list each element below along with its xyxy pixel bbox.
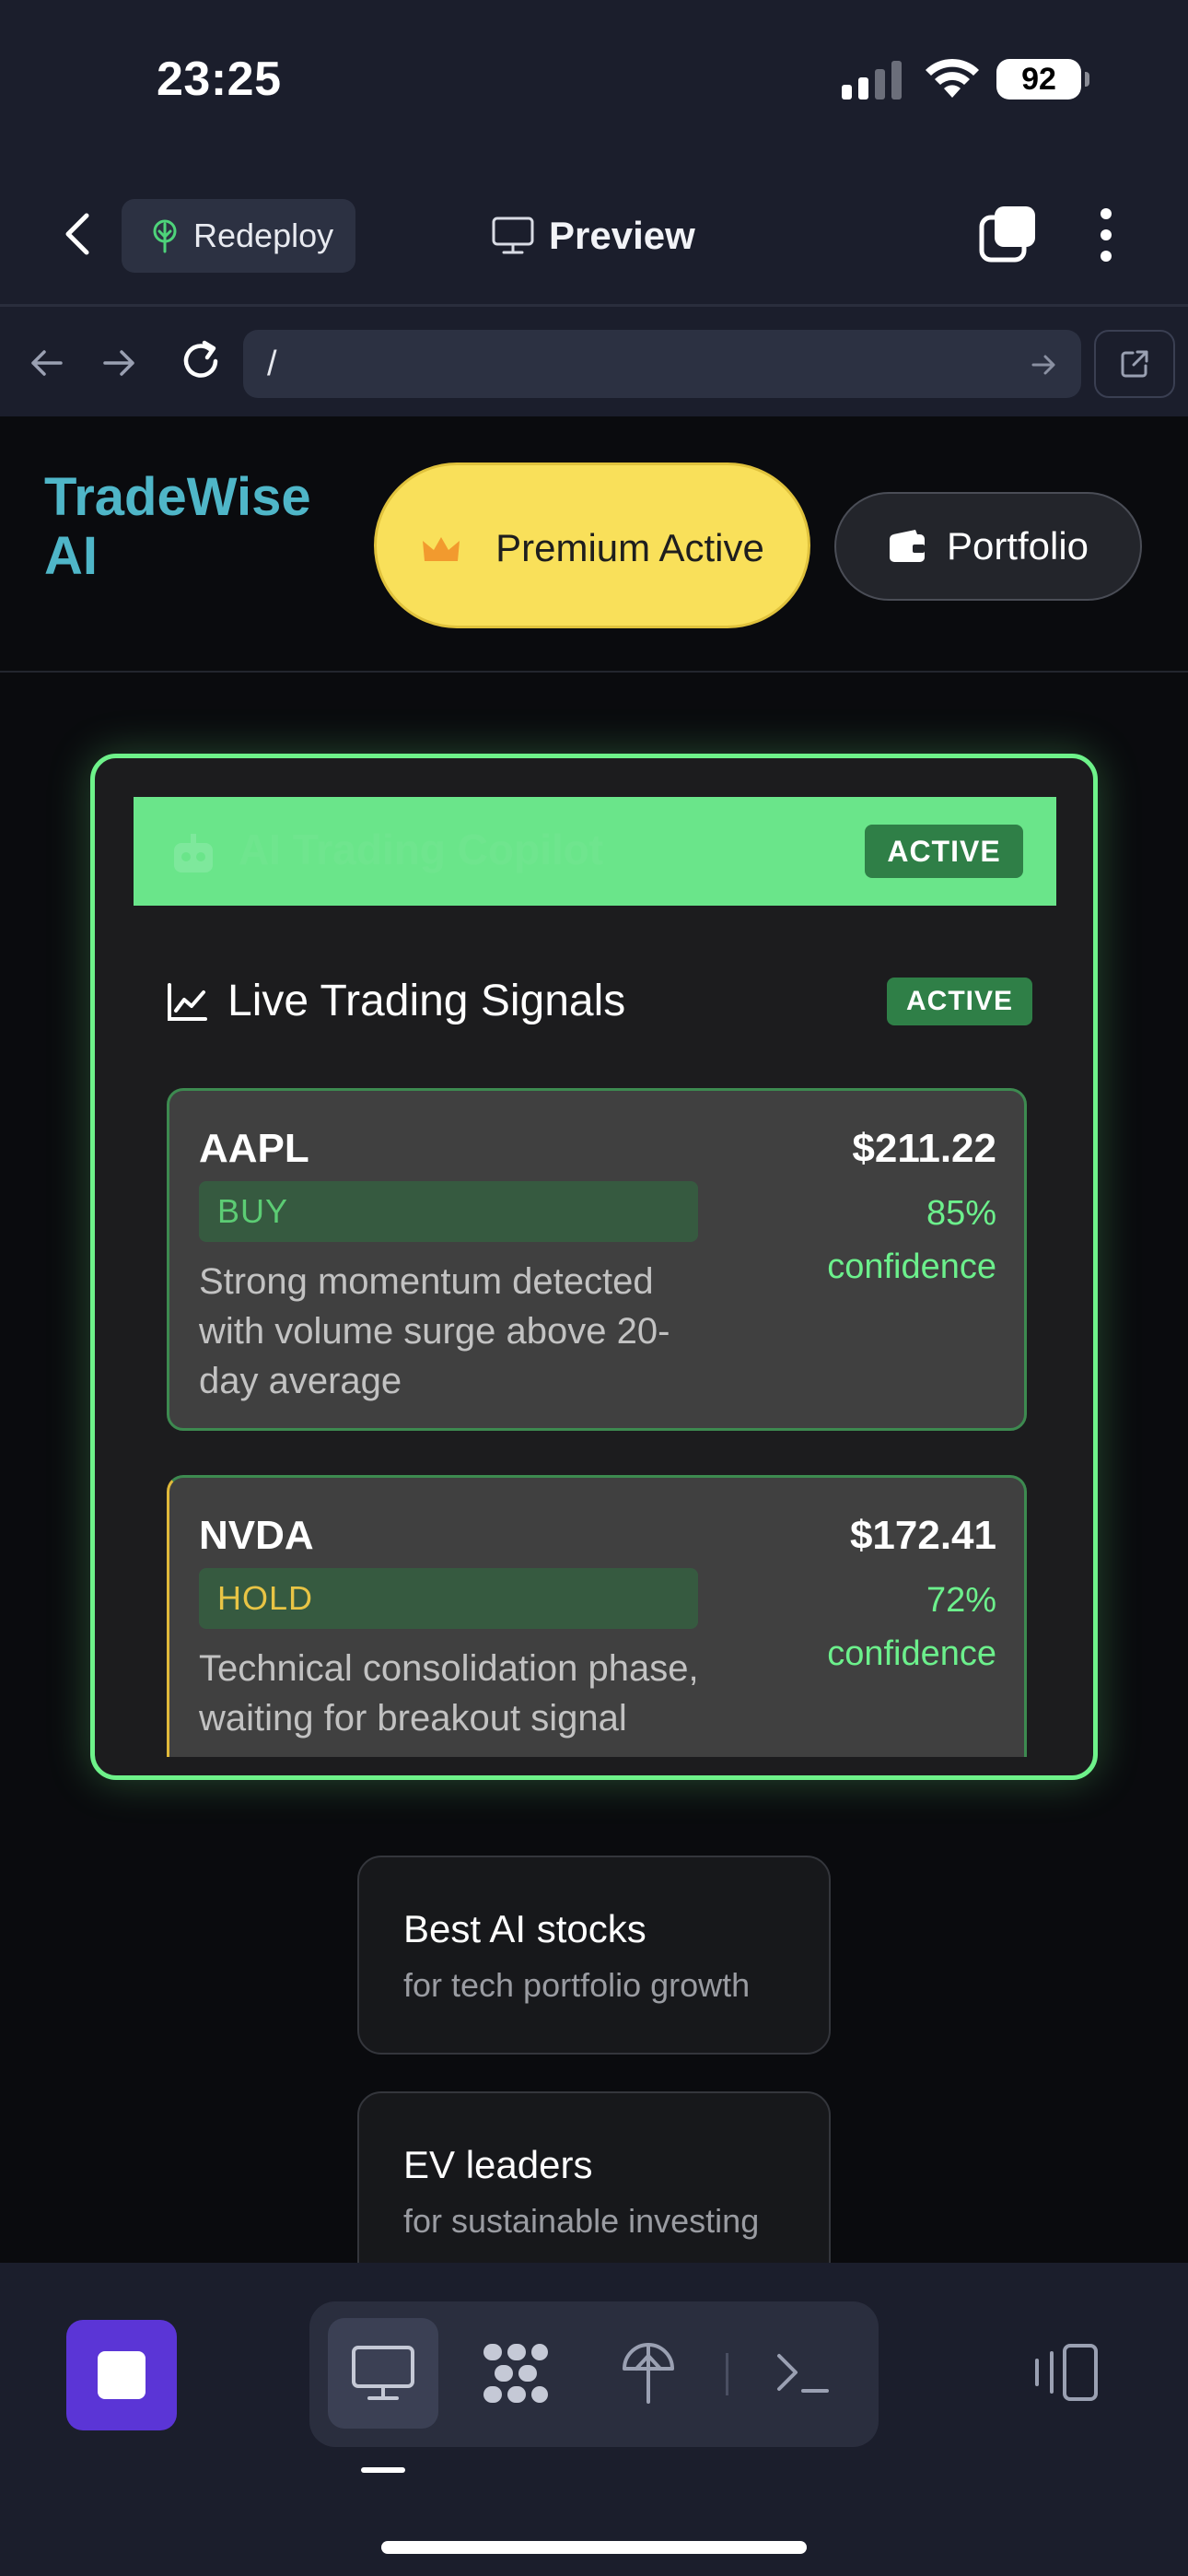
deploy-button[interactable] bbox=[593, 2318, 704, 2429]
tool-group bbox=[309, 2301, 879, 2447]
brand-logo[interactable]: TradeWise AI bbox=[44, 468, 339, 586]
open-external-button[interactable] bbox=[1094, 330, 1175, 398]
toolbar-separator bbox=[726, 2353, 728, 2395]
page-title-text: Preview bbox=[549, 214, 695, 257]
suggestion-subtitle: for sustainable investing bbox=[403, 2202, 760, 2240]
portfolio-button[interactable]: Portfolio bbox=[834, 492, 1142, 601]
side-panel-icon[interactable] bbox=[1030, 2342, 1100, 2403]
signal-action: BUY bbox=[199, 1181, 698, 1242]
arrow-left-icon[interactable] bbox=[26, 343, 66, 383]
copilot-header: AI Trading Copilot ACTIVE bbox=[134, 797, 1056, 906]
status-time: 23:25 bbox=[157, 53, 282, 106]
status-badge: ACTIVE bbox=[865, 825, 1023, 878]
crown-icon bbox=[423, 537, 460, 561]
copilot-title: AI Trading Copilot bbox=[239, 825, 604, 873]
url-value: / bbox=[267, 344, 277, 383]
web-page: TradeWise AI Premium Active Portfolio AI… bbox=[0, 416, 1188, 2263]
chrome-divider bbox=[0, 304, 1188, 307]
stop-icon bbox=[98, 2351, 146, 2399]
signal-icon bbox=[842, 61, 902, 100]
signal-confidence: 85% confidence bbox=[827, 1194, 996, 1286]
preview-tab-button[interactable] bbox=[328, 2318, 438, 2429]
wallet-icon bbox=[889, 530, 925, 562]
portfolio-label: Portfolio bbox=[946, 524, 1089, 568]
signals-heading: Live Trading Signals ACTIVE bbox=[167, 970, 1032, 1035]
terminal-icon bbox=[777, 2354, 829, 2393]
signals-list[interactable]: AAPL BUY Strong momentum detected with v… bbox=[167, 1088, 1027, 1757]
reload-icon[interactable] bbox=[177, 337, 225, 385]
home-indicator bbox=[381, 2541, 807, 2554]
monitor-icon bbox=[352, 2346, 414, 2400]
url-input[interactable]: / bbox=[243, 330, 1081, 398]
copilot-card: AI Trading Copilot ACTIVE Live Trading S… bbox=[90, 754, 1098, 1780]
redeploy-button[interactable]: Redeploy bbox=[122, 199, 355, 273]
suggestion-title: Best AI stocks bbox=[403, 1907, 646, 1950]
url-bar: / bbox=[0, 322, 1188, 404]
network-button[interactable] bbox=[460, 2318, 571, 2429]
signal-ticker: NVDA bbox=[199, 1513, 314, 1558]
stop-button[interactable] bbox=[66, 2320, 177, 2430]
suggestion-title: EV leaders bbox=[403, 2143, 593, 2186]
battery-icon: 92 bbox=[996, 59, 1089, 100]
page-title: Preview bbox=[492, 208, 695, 263]
terminal-button[interactable] bbox=[748, 2318, 858, 2429]
monitor-icon bbox=[492, 217, 534, 254]
app-chrome: 23:25 92 Redeploy Preview / bbox=[0, 0, 1188, 416]
premium-label: Premium Active bbox=[495, 526, 764, 569]
premium-button[interactable]: Premium Active bbox=[374, 463, 810, 628]
signal-reason: Technical consolidation phase, waiting f… bbox=[199, 1648, 699, 1739]
suggestion-chip[interactable]: EV leaders for sustainable investing bbox=[357, 2091, 831, 2263]
external-link-icon bbox=[1121, 350, 1148, 378]
signals-title: Live Trading Signals bbox=[227, 977, 626, 1025]
signal-ticker: AAPL bbox=[199, 1126, 309, 1171]
redeploy-label: Redeploy bbox=[193, 217, 334, 254]
signal-card-aapl[interactable]: AAPL BUY Strong momentum detected with v… bbox=[167, 1088, 1027, 1431]
bottom-toolbar bbox=[0, 2263, 1188, 2576]
signal-confidence: 72% confidence bbox=[827, 1581, 996, 1673]
signal-price: $211.22 bbox=[852, 1126, 996, 1171]
chevron-left-icon[interactable] bbox=[52, 206, 103, 262]
suggestion-subtitle: for tech portfolio growth bbox=[403, 1966, 751, 2004]
go-arrow-icon[interactable] bbox=[1030, 350, 1059, 380]
arrow-right-icon[interactable] bbox=[99, 343, 140, 383]
chart-line-icon bbox=[168, 983, 207, 1021]
active-tab-indicator bbox=[361, 2467, 405, 2473]
signal-action: HOLD bbox=[199, 1568, 698, 1629]
robot-icon bbox=[174, 834, 213, 872]
wifi-icon bbox=[926, 58, 979, 98]
app-bar: Redeploy Preview bbox=[0, 184, 1188, 286]
signals-status-badge: ACTIVE bbox=[887, 978, 1032, 1025]
deploy-icon bbox=[623, 2343, 674, 2404]
tree-icon bbox=[153, 219, 177, 253]
more-vertical-icon[interactable] bbox=[1092, 205, 1120, 265]
signal-reason: Strong momentum detected with volume sur… bbox=[199, 1261, 670, 1401]
signal-price: $172.41 bbox=[849, 1513, 996, 1558]
signal-card-nvda[interactable]: NVDA HOLD Technical consolidation phase,… bbox=[167, 1475, 1027, 1757]
network-icon bbox=[483, 2344, 548, 2403]
suggestion-chip[interactable]: Best AI stocks for tech portfolio growth bbox=[357, 1856, 831, 2055]
site-header: TradeWise AI Premium Active Portfolio bbox=[0, 416, 1188, 673]
tabs-icon[interactable] bbox=[978, 205, 1037, 263]
